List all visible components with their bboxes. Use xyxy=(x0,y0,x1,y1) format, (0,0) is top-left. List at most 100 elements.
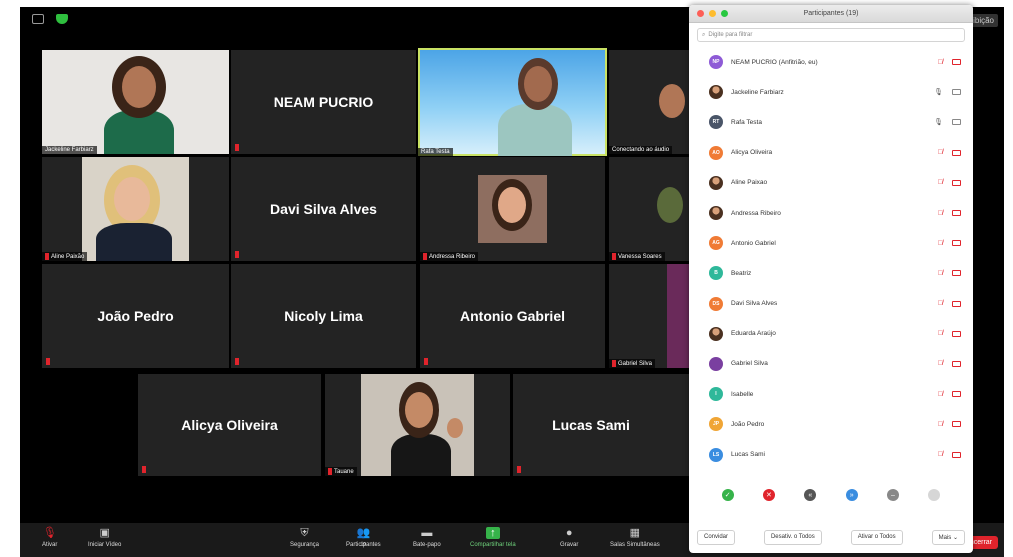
participant-name: Davi Silva Alves xyxy=(270,201,377,217)
shield-icon: ⛨ xyxy=(300,527,309,539)
video-tile[interactable]: Jackeline Farbiarz xyxy=(42,50,229,154)
microphone-muted-icon[interactable]: 🎙̸ xyxy=(938,149,943,156)
camera-off-icon[interactable] xyxy=(952,179,961,186)
avatar: NP xyxy=(709,55,723,70)
window-controls xyxy=(697,10,728,17)
microphone-muted-icon[interactable]: 🎙̸ xyxy=(938,210,943,217)
status-icons: 🎙̸ xyxy=(938,300,961,307)
camera-off-icon[interactable] xyxy=(952,240,961,247)
microphone-icon[interactable]: 🎙 xyxy=(934,88,943,96)
microphone-icon[interactable]: 🎙 xyxy=(934,118,943,126)
video-tile[interactable]: Andressa Ribeiro xyxy=(420,157,605,261)
video-tile[interactable]: Tauane xyxy=(325,374,510,476)
mic-muted-icon xyxy=(46,358,50,365)
participant-row[interactable]: AO Alicya Oliveira 🎙̸ xyxy=(689,138,973,168)
participant-row[interactable]: LS Lucas Sami 🎙̸ xyxy=(689,439,973,469)
microphone-muted-icon[interactable]: 🎙̸ xyxy=(938,330,943,337)
participant-row[interactable]: Gabriel Silva 🎙̸ xyxy=(689,349,973,379)
microphone-muted-icon[interactable]: 🎙̸ xyxy=(938,421,943,428)
video-tile[interactable]: Conectando ao áudio xyxy=(609,50,689,154)
security-button[interactable]: ⛨ Segurança xyxy=(290,527,319,548)
participant-row[interactable]: RT Rafa Testa 🎙 xyxy=(689,107,973,137)
camera-off-icon: ▣ xyxy=(99,527,110,539)
video-tile[interactable]: Aline Paixão xyxy=(42,157,229,261)
microphone-muted-icon[interactable]: 🎙̸ xyxy=(938,391,943,398)
reaction-button[interactable]: » xyxy=(845,489,858,501)
participant-row[interactable]: I Isabelle 🎙̸ xyxy=(689,379,973,409)
reaction-button[interactable]: « xyxy=(804,489,817,501)
video-tile[interactable]: Vanessa Soares xyxy=(609,157,689,261)
camera-off-icon[interactable] xyxy=(952,391,961,398)
microphone-muted-icon: 🎙 xyxy=(42,527,57,539)
microphone-muted-icon[interactable]: 🎙̸ xyxy=(938,240,943,247)
video-tile[interactable]: Antonio Gabriel xyxy=(420,264,605,368)
maximize-window-icon[interactable] xyxy=(721,10,728,17)
camera-icon[interactable] xyxy=(952,89,961,96)
participant-row[interactable]: JP João Pedro 🎙̸ xyxy=(689,409,973,439)
participant-row[interactable]: DS Davi Silva Alves 🎙̸ xyxy=(689,289,973,319)
video-tile[interactable]: Gabriel Silva xyxy=(609,264,689,368)
participant-row[interactable]: NP NEAM PUCRIO (Anfitrião, eu) 🎙̸ xyxy=(689,47,973,77)
participant-name: Beatriz xyxy=(731,269,752,277)
participant-row[interactable]: AG Antonio Gabriel 🎙̸ xyxy=(689,228,973,258)
start-video-button[interactable]: ▣ Iniciar Vídeo xyxy=(88,527,121,548)
microphone-muted-icon[interactable]: 🎙̸ xyxy=(938,179,943,186)
participant-row[interactable]: Andressa Ribeiro 🎙̸ xyxy=(689,198,973,228)
microphone-muted-icon[interactable]: 🎙̸ xyxy=(938,451,943,458)
video-tile[interactable]: Alicya Oliveira xyxy=(138,374,321,476)
microphone-muted-icon[interactable]: 🎙̸ xyxy=(938,270,943,277)
microphone-muted-icon[interactable]: 🎙̸ xyxy=(938,300,943,307)
participant-row[interactable]: B Beatriz 🎙̸ xyxy=(689,258,973,288)
camera-off-icon[interactable] xyxy=(952,421,961,428)
camera-off-icon[interactable] xyxy=(952,300,961,307)
reaction-button[interactable]: ✓ xyxy=(721,489,734,501)
video-tile[interactable]: Lucas Sami xyxy=(513,374,689,476)
meeting-info-icon[interactable] xyxy=(32,14,44,24)
camera-off-icon[interactable] xyxy=(952,59,961,66)
breakout-rooms-button[interactable]: ▦ Salas Simultâneas xyxy=(610,527,660,548)
avatar: LS xyxy=(709,447,723,462)
participant-row[interactable]: Aline Paixao 🎙̸ xyxy=(689,168,973,198)
camera-off-icon[interactable] xyxy=(952,270,961,277)
participant-search-input[interactable]: ⌕ Digite para filtrar xyxy=(697,28,965,42)
unmute-all-button[interactable]: Ativar o Todos xyxy=(850,530,903,545)
encryption-shield-icon[interactable] xyxy=(56,14,68,24)
reaction-button[interactable] xyxy=(928,489,941,501)
mic-muted-icon xyxy=(612,253,616,260)
record-button[interactable]: ● Gravar xyxy=(560,527,578,548)
microphone-muted-icon[interactable]: 🎙̸ xyxy=(938,360,943,367)
status-icons: 🎙̸ xyxy=(938,330,961,337)
participant-name: Andressa Ribeiro xyxy=(731,209,781,217)
camera-off-icon[interactable] xyxy=(952,360,961,367)
share-screen-button[interactable]: ↑ Compartilhar tela xyxy=(470,527,516,548)
video-tile[interactable]: João Pedro xyxy=(42,264,229,368)
camera-off-icon[interactable] xyxy=(952,330,961,337)
microphone-muted-icon[interactable]: 🎙̸ xyxy=(938,59,943,66)
camera-off-icon[interactable] xyxy=(952,210,961,217)
video-tile-active-speaker[interactable]: Rafa Testa xyxy=(418,48,607,156)
video-tile[interactable]: Nicoly Lima xyxy=(231,264,416,368)
participant-row[interactable]: Eduarda Araújo 🎙̸ xyxy=(689,319,973,349)
video-tile[interactable]: NEAM PUCRIO xyxy=(231,50,416,154)
camera-icon[interactable] xyxy=(952,119,961,126)
close-window-icon[interactable] xyxy=(697,10,704,17)
chat-button[interactable]: ▬ Bate-papo xyxy=(413,527,441,548)
camera-off-icon[interactable] xyxy=(952,451,961,458)
status-icons: 🎙 xyxy=(934,88,961,96)
status-icons: 🎙̸ xyxy=(938,360,961,367)
participants-button[interactable]: 👥19 Participantes xyxy=(346,527,381,548)
share-screen-icon: ↑ xyxy=(485,527,500,539)
status-icons: 🎙̸ xyxy=(938,149,961,156)
participant-name: Isabelle xyxy=(731,390,754,398)
participant-row[interactable]: Jackeline Farbiarz 🎙 xyxy=(689,77,973,107)
mute-all-button[interactable]: Desativ. o Todos xyxy=(763,530,822,545)
invite-button[interactable]: Convidar xyxy=(697,530,736,545)
camera-off-icon[interactable] xyxy=(952,149,961,156)
reaction-button[interactable]: ✕ xyxy=(762,489,775,501)
mute-button[interactable]: 🎙 Ativar xyxy=(42,527,57,548)
participant-name: Jackeline Farbiarz xyxy=(731,88,784,96)
more-button[interactable]: Mais ⌄ xyxy=(931,530,965,545)
video-tile[interactable]: Davi Silva Alves xyxy=(231,157,416,261)
reaction-button[interactable]: – xyxy=(886,489,899,501)
minimize-window-icon[interactable] xyxy=(709,10,716,17)
